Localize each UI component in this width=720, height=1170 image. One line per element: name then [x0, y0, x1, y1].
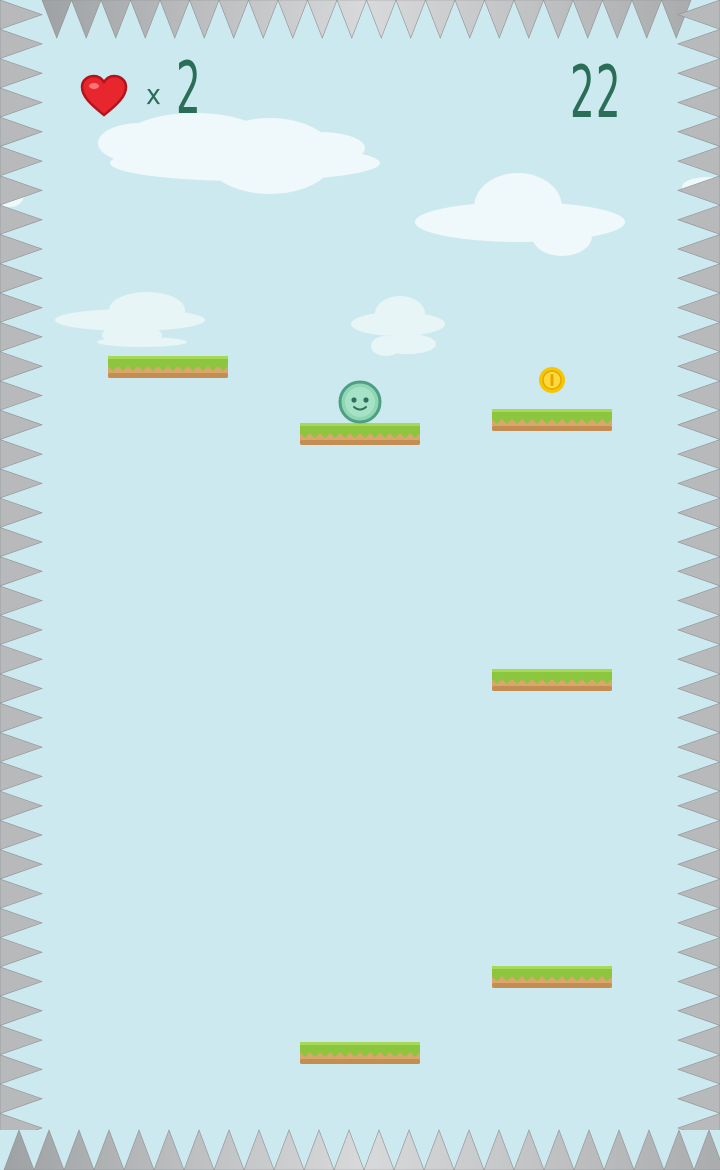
- platform: [492, 966, 612, 988]
- platform: [108, 356, 228, 378]
- platform: [492, 669, 612, 691]
- gold-coin: [539, 367, 565, 393]
- left-spikes: [0, 0, 43, 1130]
- platform: [492, 409, 612, 431]
- platform: [300, 423, 420, 445]
- lives-multiplier: x: [146, 78, 161, 111]
- game-screen[interactable]: x 2 22: [0, 0, 720, 1170]
- score: 22: [570, 50, 622, 134]
- player-ball: [338, 380, 382, 424]
- top-spikes: [41, 0, 692, 39]
- cloud: [351, 296, 445, 356]
- heart-icon: [80, 74, 128, 117]
- platform: [300, 1042, 420, 1064]
- right-spikes: [677, 0, 720, 1130]
- bottom-spikes: [3, 1129, 720, 1170]
- cloud: [98, 113, 380, 194]
- lives-count: 2: [176, 46, 201, 130]
- cloud: [55, 292, 205, 347]
- cloud: [415, 173, 625, 256]
